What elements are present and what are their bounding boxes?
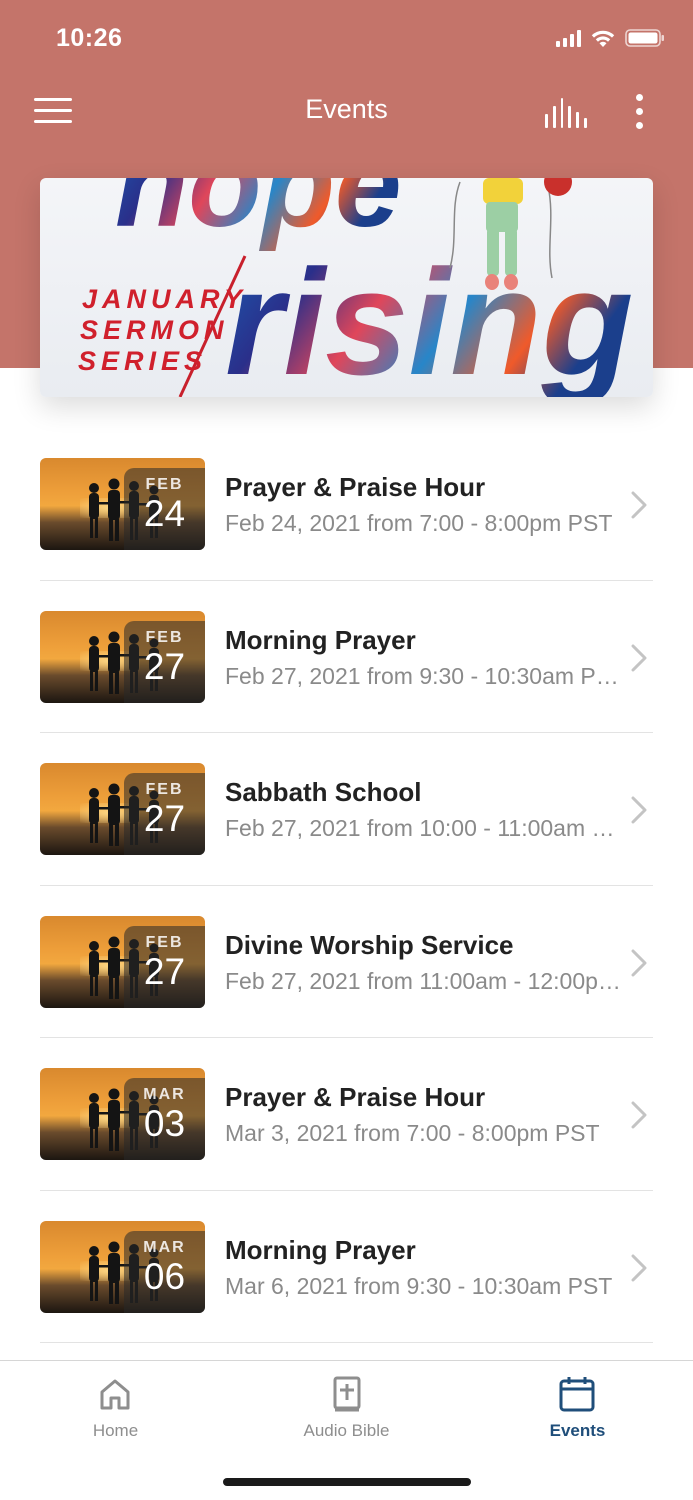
event-datetime: Feb 24, 2021 from 7:00 - 8:00pm PST [225,510,613,536]
chevron-right-icon [631,949,647,976]
event-datetime: Feb 27, 2021 from 10:00 - 11:00am PST [225,815,625,841]
chevron-right-icon [631,491,647,519]
event-thumbnail: FEB 27 [40,763,205,855]
date-day: 27 [143,798,186,839]
date-badge: FEB 27 [124,773,205,855]
date-badge: FEB 24 [124,468,205,550]
status-bar: 10:26 [0,0,693,78]
wifi-icon [591,30,615,47]
status-time: 10:26 [56,24,123,52]
event-row[interactable]: MAR 03 Prayer & Praise Hour Mar 3, 2021 fro… [40,1038,653,1191]
bible-icon [333,1376,361,1412]
cellular-signal-icon [556,29,581,47]
date-badge: MAR 03 [124,1078,205,1160]
event-datetime: Feb 27, 2021 from 9:30 - 10:30am PST [225,662,625,689]
more-options-icon[interactable] [630,94,650,130]
banner-series-line3: SERIES [78,346,207,376]
home-icon [100,1379,130,1410]
event-thumbnail: MAR 06 [40,1220,205,1313]
date-month: FEB [145,628,184,646]
tab-audio-bible[interactable]: Audio Bible [231,1361,462,1451]
event-title: Prayer & Praise Hour [225,1082,486,1112]
event-thumbnail: FEB 27 [40,915,205,1008]
date-badge: MAR 06 [124,1230,205,1313]
date-badge: FEB 27 [124,925,205,1008]
banner-series-line1: JANUARY [82,284,247,314]
event-datetime: Mar 6, 2021 from 9:30 - 10:30am PST [225,1272,613,1299]
status-icons [556,28,665,48]
date-day: 27 [143,645,186,687]
banner-main-word: rising [225,238,633,397]
calendar-icon [559,1377,595,1412]
event-title: Morning Prayer [225,624,416,655]
date-day: 24 [143,493,186,534]
event-datetime: Mar 3, 2021 from 7:00 - 8:00pm PST [225,1120,600,1146]
event-thumbnail: FEB 24 [40,458,205,550]
home-indicator [223,1478,471,1486]
tab-events-label: Events [549,1421,606,1440]
events-screen: 10:26 Events hope JANUARY SERMON SERIES … [0,0,693,1500]
tab-home[interactable]: Home [0,1361,231,1451]
banner-series-line2: SERMON [80,315,229,345]
sermon-series-banner[interactable]: hope JANUARY SERMON SERIES rising [40,178,653,397]
date-month: FEB [145,781,184,798]
date-month: FEB [145,476,184,493]
nav-bar: Events [0,80,693,142]
date-month: MAR [143,1086,186,1103]
event-title: Sabbath School [225,777,422,807]
page-title: Events [305,94,388,124]
event-row[interactable]: MAR 06 Morning Prayer Mar 6, 2021 from 9:30… [40,1191,653,1343]
tab-events[interactable]: Events [462,1361,693,1451]
event-title: Divine Worship Service [225,929,514,960]
chevron-right-icon [631,1101,647,1129]
event-thumbnail: MAR 03 [40,1068,205,1160]
chevron-right-icon [631,644,647,671]
chevron-right-icon [631,796,647,824]
event-row[interactable]: FEB 27 Divine Worship Service Feb 27, 2021 … [40,886,653,1038]
date-badge: FEB 27 [124,620,205,703]
tab-home-label: Home [92,1421,139,1440]
date-month: FEB [145,933,184,951]
date-day: 03 [143,1103,186,1144]
event-title: Prayer & Praise Hour [225,472,486,502]
battery-icon [625,29,664,47]
event-thumbnail: FEB 27 [40,610,205,703]
date-day: 06 [143,1255,186,1297]
event-datetime: Feb 27, 2021 from 11:00am - 12:00pm PST [225,967,625,994]
banner-artwork: hope JANUARY SERMON SERIES rising [78,178,633,397]
chevron-right-icon [631,1254,647,1281]
tab-audio-bible-label: Audio Bible [303,1421,390,1440]
event-row[interactable]: FEB 24 Prayer & Praise Hour Feb 24, 2021 fr… [40,428,653,581]
date-month: MAR [143,1238,186,1256]
audio-levels-icon[interactable] [545,96,587,128]
date-day: 27 [143,950,186,992]
event-title: Morning Prayer [225,1234,416,1265]
event-row[interactable]: FEB 27 Morning Prayer Feb 27, 2021 from 9:3… [40,581,653,733]
event-list: FEB 24 Prayer & Praise Hour Feb 24, 2021 fr… [40,428,653,1343]
event-row[interactable]: FEB 27 Sabbath School Feb 27, 2021 from 10:… [40,733,653,886]
